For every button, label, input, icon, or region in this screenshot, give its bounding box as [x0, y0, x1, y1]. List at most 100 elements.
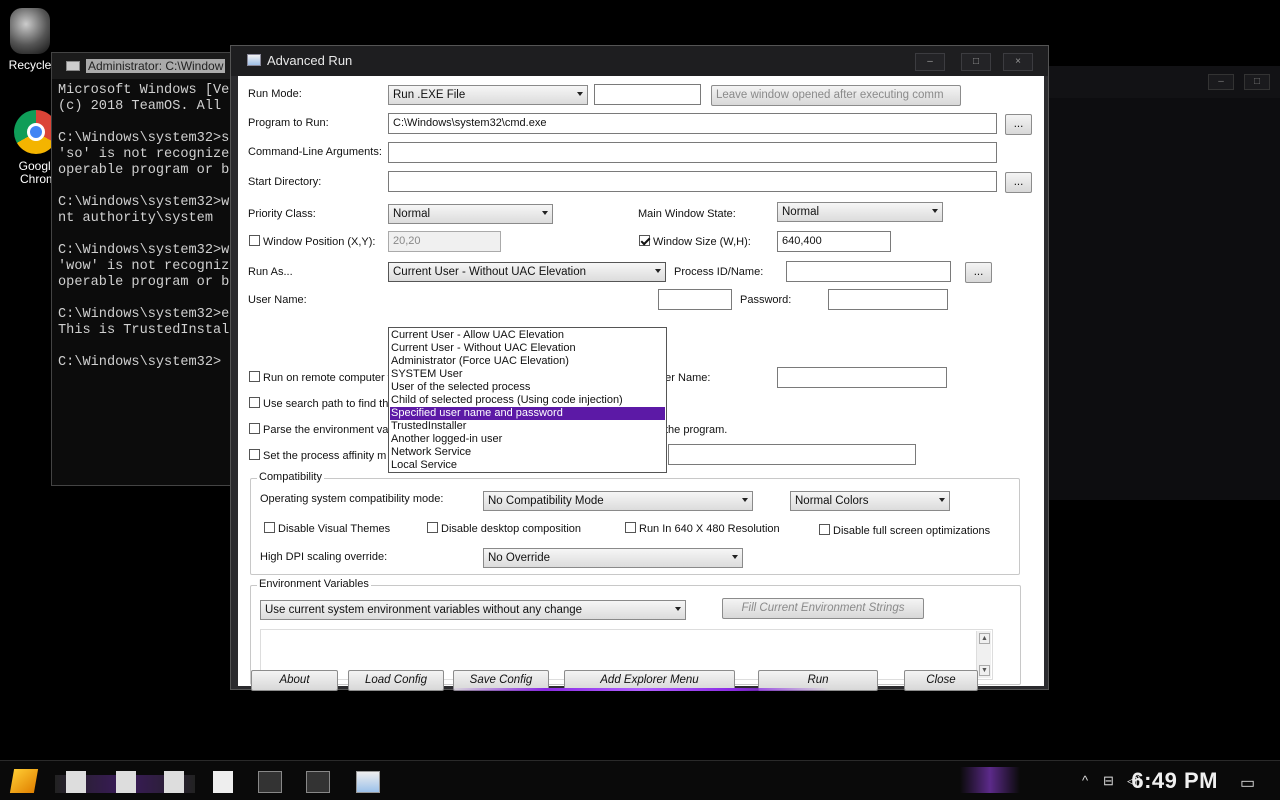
run-as-option[interactable]: Specified user name and password [390, 407, 665, 420]
run-as-option[interactable]: Network Service [390, 446, 665, 459]
run-mode-select[interactable]: Run .EXE File [388, 85, 588, 105]
affinity-field[interactable] [668, 444, 916, 465]
advanced-run-taskbar-icon[interactable] [356, 771, 380, 793]
run-mode-label: Run Mode: [248, 88, 302, 100]
background-window-titlebar: – □ [1038, 66, 1280, 98]
start-dir-browse-button[interactable]: ... [1005, 172, 1032, 193]
compatibility-title: Compatibility [257, 471, 324, 483]
parse-env-label: Parse the environment va [263, 424, 389, 436]
parse-env-checkbox[interactable] [249, 423, 260, 434]
dpi-label: High DPI scaling override: [260, 551, 388, 563]
remote-computer-checkbox[interactable] [249, 371, 260, 382]
load-config-button[interactable]: Load Config [348, 670, 444, 691]
run-as-option[interactable]: Current User - Allow UAC Elevation [390, 329, 665, 342]
password-field[interactable] [828, 289, 948, 310]
window-size-checkbox[interactable] [639, 235, 650, 246]
console-line: nt authority\system [58, 211, 213, 226]
process-id-field[interactable] [786, 261, 951, 282]
bg-minimize-button[interactable]: – [1208, 74, 1234, 90]
run-as-option[interactable]: SYSTEM User [390, 368, 665, 381]
run-as-option[interactable]: Another logged-in user [390, 433, 665, 446]
process-id-label: Process ID/Name: [674, 266, 764, 278]
priority-select[interactable]: Normal [388, 204, 553, 224]
scroll-up-icon[interactable]: ▲ [979, 633, 990, 644]
search-path-checkbox[interactable] [249, 397, 260, 408]
taskbar: ^ ⊟ ◁) 6:49 PM ▭ [0, 760, 1280, 800]
os-compat-select[interactable]: No Compatibility Mode [483, 491, 753, 511]
priority-value: Normal [393, 208, 431, 220]
console-taskbar-icon[interactable] [306, 771, 330, 793]
console-line: This is TrustedInstall [58, 323, 236, 338]
file-icon[interactable] [164, 771, 184, 793]
console-taskbar-icon[interactable] [258, 771, 282, 793]
chevron-down-icon [932, 209, 938, 213]
process-browse-button[interactable]: ... [965, 262, 992, 283]
disable-composition-checkbox[interactable] [427, 522, 438, 533]
run-as-option[interactable]: TrustedInstaller [390, 420, 665, 433]
affinity-checkbox[interactable] [249, 449, 260, 460]
notifications-icon[interactable]: ▭ [1240, 773, 1255, 793]
console-output[interactable]: Microsoft Windows [Ver (c) 2018 TeamOS. A… [58, 83, 236, 485]
user-name-field[interactable] [658, 289, 732, 310]
run-as-option[interactable]: Current User - Without UAC Elevation [390, 342, 665, 355]
run-640-checkbox[interactable] [625, 522, 636, 533]
fill-environment-button[interactable]: Fill Current Environment Strings [722, 598, 924, 619]
console-line: C:\Windows\system32>wo [58, 243, 236, 258]
clock[interactable]: 6:49 PM [1131, 768, 1218, 794]
environment-title: Environment Variables [257, 578, 371, 590]
scroll-down-icon[interactable]: ▼ [979, 665, 990, 676]
environment-mode-select[interactable]: Use current system environment variables… [260, 600, 686, 620]
affinity-label: Set the process affinity m [263, 450, 387, 462]
dialog-titlebar[interactable]: Advanced Run – □ × [231, 46, 1048, 76]
file-icon[interactable] [116, 771, 136, 793]
run-as-option[interactable]: User of the selected process [390, 381, 665, 394]
run-as-option[interactable]: Child of selected process (Using code in… [390, 394, 665, 407]
dialog-client: Run Mode: Run .EXE File Leave window ope… [238, 76, 1044, 691]
run-as-dropdown-list[interactable]: Current User - Allow UAC Elevation Curren… [388, 327, 667, 473]
background-window: – □ [1036, 66, 1280, 500]
dpi-select[interactable]: No Override [483, 548, 743, 568]
args-label: Command-Line Arguments: [248, 146, 382, 158]
computer-name-field[interactable] [777, 367, 947, 388]
console-line: operable program or ba [58, 163, 236, 178]
search-path-label: Use search path to find th [263, 398, 389, 410]
run-as-option[interactable]: Local Service [390, 459, 665, 472]
chevron-up-icon[interactable]: ^ [1082, 773, 1088, 788]
bg-maximize-button[interactable]: □ [1244, 74, 1270, 90]
chevron-down-icon [939, 498, 945, 502]
window-size-field[interactable]: 640,400 [777, 231, 891, 252]
program-field[interactable]: C:\Windows\system32\cmd.exe [388, 113, 997, 134]
console-titlebar[interactable]: Administrator: C:\Window [52, 53, 236, 79]
maximize-button[interactable]: □ [961, 53, 991, 71]
console-line: operable program or ba [58, 275, 236, 290]
close-window-button[interactable]: × [1003, 53, 1033, 71]
close-button[interactable]: Close [904, 670, 978, 691]
file-icon[interactable] [66, 771, 86, 793]
disable-themes-checkbox[interactable] [264, 522, 275, 533]
window-position-field[interactable]: 20,20 [388, 231, 501, 252]
minimize-button[interactable]: – [915, 53, 945, 71]
colors-select[interactable]: Normal Colors [790, 491, 950, 511]
disable-composition-label: Disable desktop composition [441, 523, 582, 535]
main-window-state-select[interactable]: Normal [777, 202, 943, 222]
args-field[interactable] [388, 142, 997, 163]
disable-fullscreen-checkbox[interactable] [819, 524, 830, 535]
user-name-label: User Name: [248, 294, 307, 306]
environment-mode-value: Use current system environment variables… [265, 604, 583, 616]
start-icon[interactable] [9, 769, 39, 793]
program-label: Program to Run: [248, 117, 329, 129]
run-mode-extra-field[interactable] [594, 84, 701, 105]
console-window[interactable]: Administrator: C:\Window Microsoft Windo… [51, 52, 237, 486]
console-icon [66, 61, 80, 71]
environment-scrollbar[interactable]: ▲ ▼ [976, 631, 991, 678]
start-dir-field[interactable] [388, 171, 997, 192]
window-position-checkbox[interactable] [249, 235, 260, 246]
network-icon[interactable]: ⊟ [1103, 773, 1114, 789]
run-as-option[interactable]: Administrator (Force UAC Elevation) [390, 355, 665, 368]
leave-window-opened-button[interactable]: Leave window opened after executing comm [711, 85, 961, 106]
file-icon[interactable] [213, 771, 233, 793]
about-button[interactable]: About [251, 670, 338, 691]
run-as-select[interactable]: Current User - Without UAC Elevation [388, 262, 666, 282]
program-browse-button[interactable]: ... [1005, 114, 1032, 135]
